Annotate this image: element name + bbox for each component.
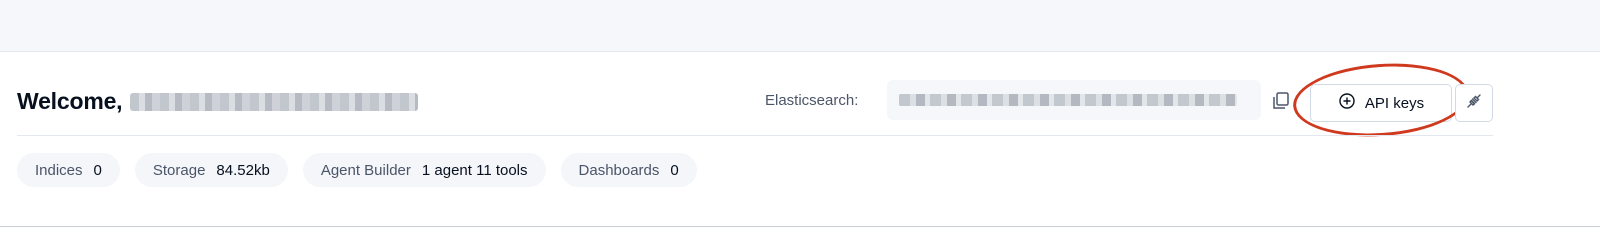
stat-value: 1 agent 11 tools — [421, 161, 528, 179]
stat-label: Indices — [35, 161, 83, 179]
divider — [17, 135, 1493, 136]
stat-storage[interactable]: Storage 84.52kb — [134, 153, 288, 187]
plus-circle-icon — [1338, 92, 1356, 115]
stat-indices[interactable]: Indices 0 — [17, 153, 120, 187]
top-band — [0, 0, 1600, 52]
redacted-email — [130, 92, 419, 111]
bottom-border — [0, 226, 1600, 227]
stat-value: 0 — [93, 161, 102, 179]
redacted-url — [899, 94, 1237, 106]
plug-icon — [1464, 91, 1484, 116]
api-keys-label: API keys — [1364, 94, 1425, 112]
stat-label: Dashboards — [578, 161, 660, 179]
api-keys-button[interactable]: API keys — [1310, 84, 1452, 122]
stat-value: 0 — [670, 161, 679, 179]
copy-icon[interactable] — [1270, 90, 1292, 112]
stat-label: Storage — [152, 161, 206, 179]
elasticsearch-label: Elasticsearch: — [765, 92, 859, 109]
stat-label: Agent Builder — [320, 161, 411, 179]
welcome-text: Welcome, — [17, 88, 123, 114]
elasticsearch-url-field[interactable] — [887, 80, 1261, 120]
welcome-heading: Welcome, — [17, 88, 419, 115]
connect-button[interactable] — [1455, 84, 1493, 122]
header-row: Welcome, Elasticsearch: API keys — [0, 52, 1600, 143]
stat-value: 84.52kb — [216, 161, 270, 179]
stat-dashboards[interactable]: Dashboards 0 — [560, 153, 697, 187]
stats-row: Indices 0 Storage 84.52kb Agent Builder … — [17, 153, 697, 187]
stat-agent-builder[interactable]: Agent Builder 1 agent 11 tools — [302, 153, 546, 187]
